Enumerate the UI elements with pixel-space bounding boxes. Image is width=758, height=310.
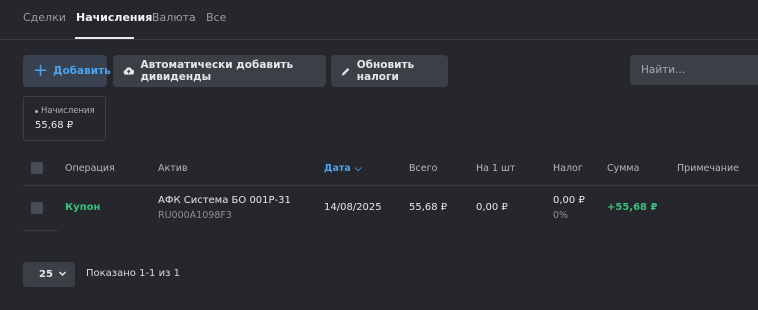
- column-date-label: Дата: [324, 163, 351, 174]
- active-tab-indicator: [75, 37, 134, 39]
- row-operation: Купон: [65, 202, 101, 213]
- accruals-summary-card: Начисления 55,68 ₽: [23, 96, 106, 141]
- column-per-unit[interactable]: На 1 шт: [476, 163, 515, 174]
- page: Сделки Начисления Валюта Все + Добавить …: [0, 0, 758, 310]
- row-checkbox[interactable]: [31, 202, 43, 214]
- cloud-upload-icon: [123, 67, 135, 75]
- row-tax: 0,00 ₽: [553, 195, 585, 206]
- page-size-select[interactable]: 25: [23, 262, 75, 287]
- sort-down-icon: ⌵: [354, 164, 362, 174]
- row-tax-percent: 0%: [553, 210, 569, 221]
- row-asset-name[interactable]: АФК Система БО 001Р-31: [158, 195, 291, 206]
- column-operation[interactable]: Операция: [65, 163, 115, 174]
- search-input[interactable]: [630, 55, 758, 85]
- summary-label-row: Начисления: [35, 106, 105, 116]
- table-header: Операция Актив Дата ⌵ Всего На 1 шт Налог…: [23, 150, 758, 186]
- chevron-down-icon: [58, 271, 67, 277]
- plus-icon: +: [33, 60, 49, 81]
- select-all-checkbox[interactable]: [31, 162, 43, 174]
- summary-label: Начисления: [41, 106, 95, 116]
- bullet-icon: [35, 109, 38, 113]
- column-asset[interactable]: Актив: [158, 163, 188, 174]
- column-note[interactable]: Примечание: [677, 163, 739, 174]
- tab-accruals[interactable]: Начисления: [76, 11, 152, 24]
- row-date: 14/08/2025: [324, 202, 382, 213]
- update-taxes-button[interactable]: Обновить налоги: [331, 55, 448, 87]
- tab-deals[interactable]: Сделки: [23, 11, 66, 24]
- pencil-icon: [341, 67, 350, 75]
- tab-currency[interactable]: Валюта: [152, 11, 196, 24]
- summary-value: 55,68 ₽: [35, 120, 74, 131]
- row-asset-isin: RU000A1098F3: [158, 210, 232, 221]
- tab-all[interactable]: Все: [206, 11, 226, 24]
- add-button[interactable]: + Добавить: [23, 55, 111, 87]
- column-total[interactable]: Всего: [409, 163, 437, 174]
- auto-add-dividends-label: Автоматически добавить дивиденды: [140, 59, 294, 83]
- column-sum[interactable]: Сумма: [607, 163, 639, 174]
- update-taxes-label: Обновить налоги: [356, 59, 415, 83]
- column-date[interactable]: Дата ⌵: [324, 163, 362, 174]
- row-sum: +55,68 ₽: [607, 202, 658, 213]
- add-button-label: Добавить: [53, 65, 111, 77]
- auto-add-dividends-button[interactable]: Автоматически добавить дивиденды: [113, 55, 326, 87]
- page-size-value: 25: [39, 269, 53, 280]
- pagination-status: Показано 1-1 из 1: [86, 268, 180, 279]
- tab-bar: Сделки Начисления Валюта Все: [0, 0, 758, 40]
- row-divider: [23, 230, 58, 231]
- column-tax[interactable]: Налог: [553, 163, 583, 174]
- row-total: 55,68 ₽: [409, 202, 448, 213]
- table-row[interactable]: Купон АФК Система БО 001Р-31 RU000A1098F…: [23, 187, 758, 231]
- row-per-unit: 0,00 ₽: [476, 202, 508, 213]
